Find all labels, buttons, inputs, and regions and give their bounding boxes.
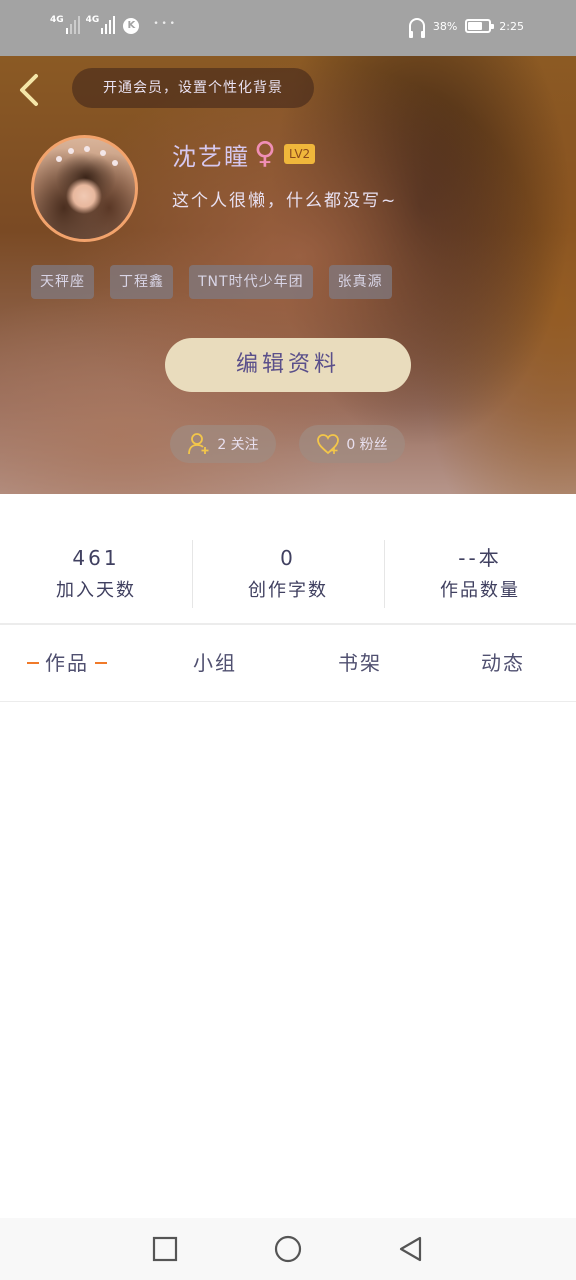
level-badge: LV2 <box>283 144 316 164</box>
tab-label: 作品 <box>45 651 89 675</box>
network-type-1: 4G <box>50 15 64 25</box>
stat-join-days: 461 加入天数 <box>0 530 192 610</box>
home-button[interactable] <box>273 1234 303 1264</box>
stat-label: 创作字数 <box>248 580 328 601</box>
active-indicator <box>95 662 107 664</box>
status-right: 38% 2:25 <box>408 18 524 38</box>
tag-item[interactable]: 丁程鑫 <box>110 265 173 299</box>
battery-percent-text: 38% <box>432 19 458 33</box>
signal-sim2: 4G <box>86 14 116 34</box>
notification-dots-icon: • • • <box>153 19 175 29</box>
system-navigation-bar <box>0 1218 576 1280</box>
stat-value: 0 <box>280 546 296 570</box>
tab-works[interactable]: 作品 <box>27 649 107 677</box>
signal-sim1: 4G <box>50 14 80 34</box>
heart-plus-icon <box>317 434 340 455</box>
divider <box>0 701 576 702</box>
app-notification-icon: K <box>123 18 140 34</box>
add-user-icon <box>188 433 209 455</box>
tag-item[interactable]: 张真源 <box>328 265 392 299</box>
chevron-left-icon <box>20 74 38 106</box>
signal-bars-icon <box>101 14 116 34</box>
female-gender-icon: ♀ <box>254 136 276 171</box>
vip-background-banner[interactable]: 开通会员，设置个性化背景 <box>72 68 314 108</box>
following-button[interactable]: 2 关注 <box>170 425 276 463</box>
status-left: 4G 4G K • • • <box>50 14 175 34</box>
tag-item[interactable]: 天秤座 <box>31 265 94 299</box>
clock-text: 2:25 <box>499 19 524 33</box>
back-button[interactable] <box>14 70 48 110</box>
stat-label: 作品数量 <box>440 580 520 601</box>
active-indicator <box>27 662 39 664</box>
stat-value: --本 <box>458 546 502 570</box>
bio-text[interactable]: 这个人很懒，什么都没写~ <box>172 186 397 211</box>
tag-item[interactable]: TNT时代少年团 <box>189 265 313 299</box>
username-row: 沈艺瞳 ♀ LV2 <box>172 136 316 172</box>
edit-profile-button[interactable]: 编辑资料 <box>165 338 411 392</box>
square-icon <box>152 1236 178 1262</box>
network-type-2: 4G <box>85 15 100 25</box>
avatar[interactable] <box>31 135 138 242</box>
signal-bars-icon <box>65 14 80 34</box>
headset-icon <box>408 18 425 38</box>
stat-label: 加入天数 <box>56 580 136 601</box>
profile-tabs: 作品 小组 书架 动态 <box>0 625 576 701</box>
recent-apps-button[interactable] <box>150 1234 180 1264</box>
battery-icon <box>465 19 495 33</box>
status-bar: 4G 4G K • • • 38% 2:25 <box>0 0 576 56</box>
following-count: 2 关注 <box>217 437 259 453</box>
triangle-back-icon <box>399 1236 422 1262</box>
tab-group[interactable]: 小组 <box>193 649 237 677</box>
tag-list: 天秤座 丁程鑫 TNT时代少年团 张真源 <box>31 265 392 299</box>
tab-bookshelf[interactable]: 书架 <box>338 649 382 677</box>
tab-feed[interactable]: 动态 <box>481 649 525 677</box>
fans-button[interactable]: 0 粉丝 <box>299 425 405 463</box>
fans-count: 0 粉丝 <box>346 437 388 453</box>
circle-icon <box>274 1235 302 1263</box>
system-back-button[interactable] <box>396 1234 426 1264</box>
stat-works-count: --本 作品数量 <box>384 530 576 610</box>
profile-header: 开通会员，设置个性化背景 沈艺瞳 ♀ LV2 这个人很懒，什么都没写~ 天秤座 … <box>0 56 576 494</box>
username: 沈艺瞳 <box>172 142 250 171</box>
stat-word-count: 0 创作字数 <box>192 530 384 610</box>
stats-row: 461 加入天数 0 创作字数 --本 作品数量 <box>0 530 576 610</box>
stat-value: 461 <box>72 546 120 570</box>
